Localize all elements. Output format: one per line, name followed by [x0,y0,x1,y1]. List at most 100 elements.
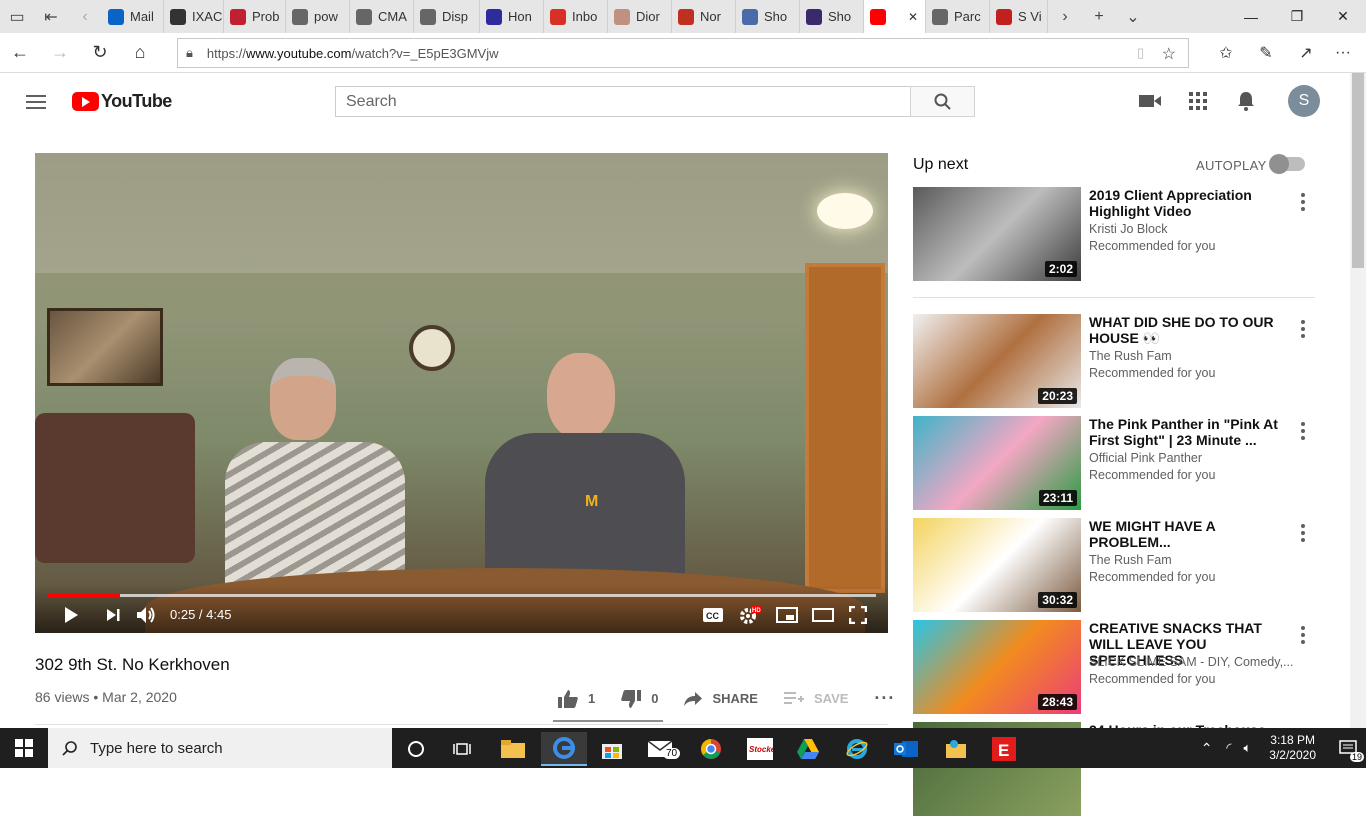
scroll-tabs-left-icon[interactable]: ‹ [68,0,102,33]
account-avatar[interactable]: S [1288,85,1320,117]
recommendation-channel[interactable]: The Rush Fam [1089,553,1294,567]
start-button[interactable] [0,728,48,768]
recommendation-menu-icon[interactable] [1301,193,1305,214]
recommendation-thumbnail[interactable]: 30:32 [913,518,1081,612]
next-button[interactable] [101,603,125,627]
show-hidden-icons-chevron-icon[interactable]: ⌃ [1201,740,1213,757]
autoplay-toggle[interactable] [1269,154,1305,174]
action-center-button[interactable]: 19 [1330,740,1366,762]
tab-actions-icon[interactable]: ▭ [0,0,34,33]
store-icon[interactable] [589,732,635,766]
more-menu-icon[interactable]: ··· [1328,33,1358,73]
clock-date[interactable]: 3:18 PM 3/2/2020 [1269,733,1316,763]
recommendation-channel[interactable]: SLICK SLIME SAM - DIY, Comedy,... [1089,655,1294,669]
captions-button[interactable]: CC [701,603,725,627]
recommendation-item[interactable]: 23:11 The Pink Panther in "Pink At First … [913,416,1315,510]
share-button[interactable]: SHARE [684,691,758,706]
browser-tab[interactable]: Nor [672,0,736,33]
mail-icon[interactable]: 70 [637,732,683,766]
scroll-tabs-right-icon[interactable]: › [1048,0,1082,33]
restore-icon[interactable]: ❐ [1274,0,1320,33]
share-icon[interactable]: ↗ [1286,33,1326,73]
miniplayer-button[interactable] [775,603,799,627]
back-icon[interactable]: ← [0,33,40,73]
recommendation-item[interactable]: 28:43 CREATIVE SNACKS THAT WILL LEAVE YOU… [913,620,1315,714]
task-view-icon[interactable] [439,732,485,766]
recommendation-thumbnail[interactable]: 20:23 [913,314,1081,408]
forward-icon[interactable]: → [40,33,80,73]
browser-tab[interactable]: IXAC [164,0,224,33]
taskbar-search-input[interactable]: Type here to search [48,728,392,768]
save-button[interactable]: SAVE [783,691,848,706]
recommendation-title[interactable]: The Pink Panther in "Pink At First Sight… [1089,416,1294,448]
notes-pen-icon[interactable]: ✎ [1246,33,1286,73]
cortana-icon[interactable] [393,732,439,766]
browser-tab[interactable]: CMA [350,0,414,33]
scrollbar-thumb[interactable] [1352,73,1364,268]
recommendation-item[interactable]: 20:23 WHAT DID SHE DO TO OUR HOUSE 👀 The R… [913,314,1315,408]
favorites-list-icon[interactable]: ✩ [1206,33,1246,73]
recommendation-channel[interactable]: The Rush Fam [1089,349,1294,363]
browser-tab[interactable]: Sho [736,0,800,33]
browser-tab[interactable]: Hon [480,0,544,33]
browser-tab[interactable]: Parc [926,0,990,33]
browser-tab[interactable]: Sho [800,0,864,33]
browser-tab[interactable]: Mail [102,0,164,33]
outlook-icon[interactable] [883,732,929,766]
volume-tray-icon[interactable]: 🔈︎ [1243,740,1251,756]
browser-tab[interactable]: Inbo [544,0,608,33]
recommendation-title[interactable]: WHAT DID SHE DO TO OUR HOUSE 👀 [1089,314,1294,346]
volume-button[interactable] [135,603,159,627]
stockers-app-icon[interactable]: Stockers [737,732,783,766]
tab-list-chevron-icon[interactable]: ⌄ [1116,0,1150,33]
recommendation-item[interactable]: 30:32 WE MIGHT HAVE A PROBLEM... The Rush … [913,518,1315,612]
file-explorer-icon[interactable] [490,732,536,766]
home-icon[interactable]: ⌂ [120,33,160,73]
create-video-icon[interactable] [1138,89,1162,113]
guide-menu-icon[interactable] [26,95,46,113]
page-scrollbar[interactable] [1350,73,1366,728]
play-button[interactable] [59,603,83,627]
e-app-icon[interactable]: E [981,732,1027,766]
url-field[interactable]: 🔒︎ https://www.youtube.com/watch?v=_E5pE… [177,38,1189,68]
fullscreen-button[interactable] [846,603,870,627]
notifications-bell-icon[interactable] [1234,89,1258,113]
browser-tab[interactable]: Prob [224,0,286,33]
recommendation-menu-icon[interactable] [1301,626,1305,647]
close-tab-icon[interactable]: ✕ [908,10,918,24]
favorite-star-icon[interactable]: ☆ [1162,44,1176,64]
dislike-button[interactable]: 0 [621,689,658,708]
theater-mode-button[interactable] [811,603,835,627]
more-actions-button[interactable]: ··· [874,688,895,709]
recommendation-channel[interactable]: Official Pink Panther [1089,451,1294,465]
google-drive-icon[interactable] [785,732,831,766]
browser-tab[interactable]: pow [286,0,350,33]
recommendation-menu-icon[interactable] [1301,422,1305,443]
like-button[interactable]: 1 [558,689,595,708]
recommendation-thumbnail[interactable]: 2:02 [913,187,1081,281]
recommendation-title[interactable]: 2019 Client Appreciation Highlight Video [1089,187,1294,219]
browser-tab[interactable]: S Vi [990,0,1048,33]
reading-view-icon[interactable]: ▯ [1137,45,1144,61]
settings-button[interactable]: HD [737,603,763,627]
progress-bar[interactable] [47,594,876,597]
search-input[interactable]: Search [335,86,911,117]
browser-tab[interactable]: Disp [414,0,480,33]
network-wifi-icon[interactable]: ◜ [1226,740,1231,756]
minimize-icon[interactable]: — [1228,0,1274,33]
video-player[interactable]: M 0:25 / 4:45 CC HD [35,153,888,633]
recommendation-menu-icon[interactable] [1301,320,1305,341]
recommendation-item[interactable]: 2:02 2019 Client Appreciation Highlight V… [913,187,1315,281]
browser-tab[interactable]: Dior [608,0,672,33]
edge-taskbar-icon[interactable] [541,732,587,766]
apps-grid-icon[interactable] [1186,89,1210,113]
refresh-icon[interactable]: ↻ [80,33,120,73]
chrome-icon[interactable] [688,732,734,766]
tab-youtube-active[interactable]: ✕ [864,0,926,33]
search-button[interactable] [910,86,975,117]
user-files-icon[interactable] [932,732,978,766]
internet-explorer-icon[interactable] [834,732,880,766]
recommendation-thumbnail[interactable]: 23:11 [913,416,1081,510]
recommendation-thumbnail[interactable]: 28:43 [913,620,1081,714]
recommendation-menu-icon[interactable] [1301,524,1305,545]
